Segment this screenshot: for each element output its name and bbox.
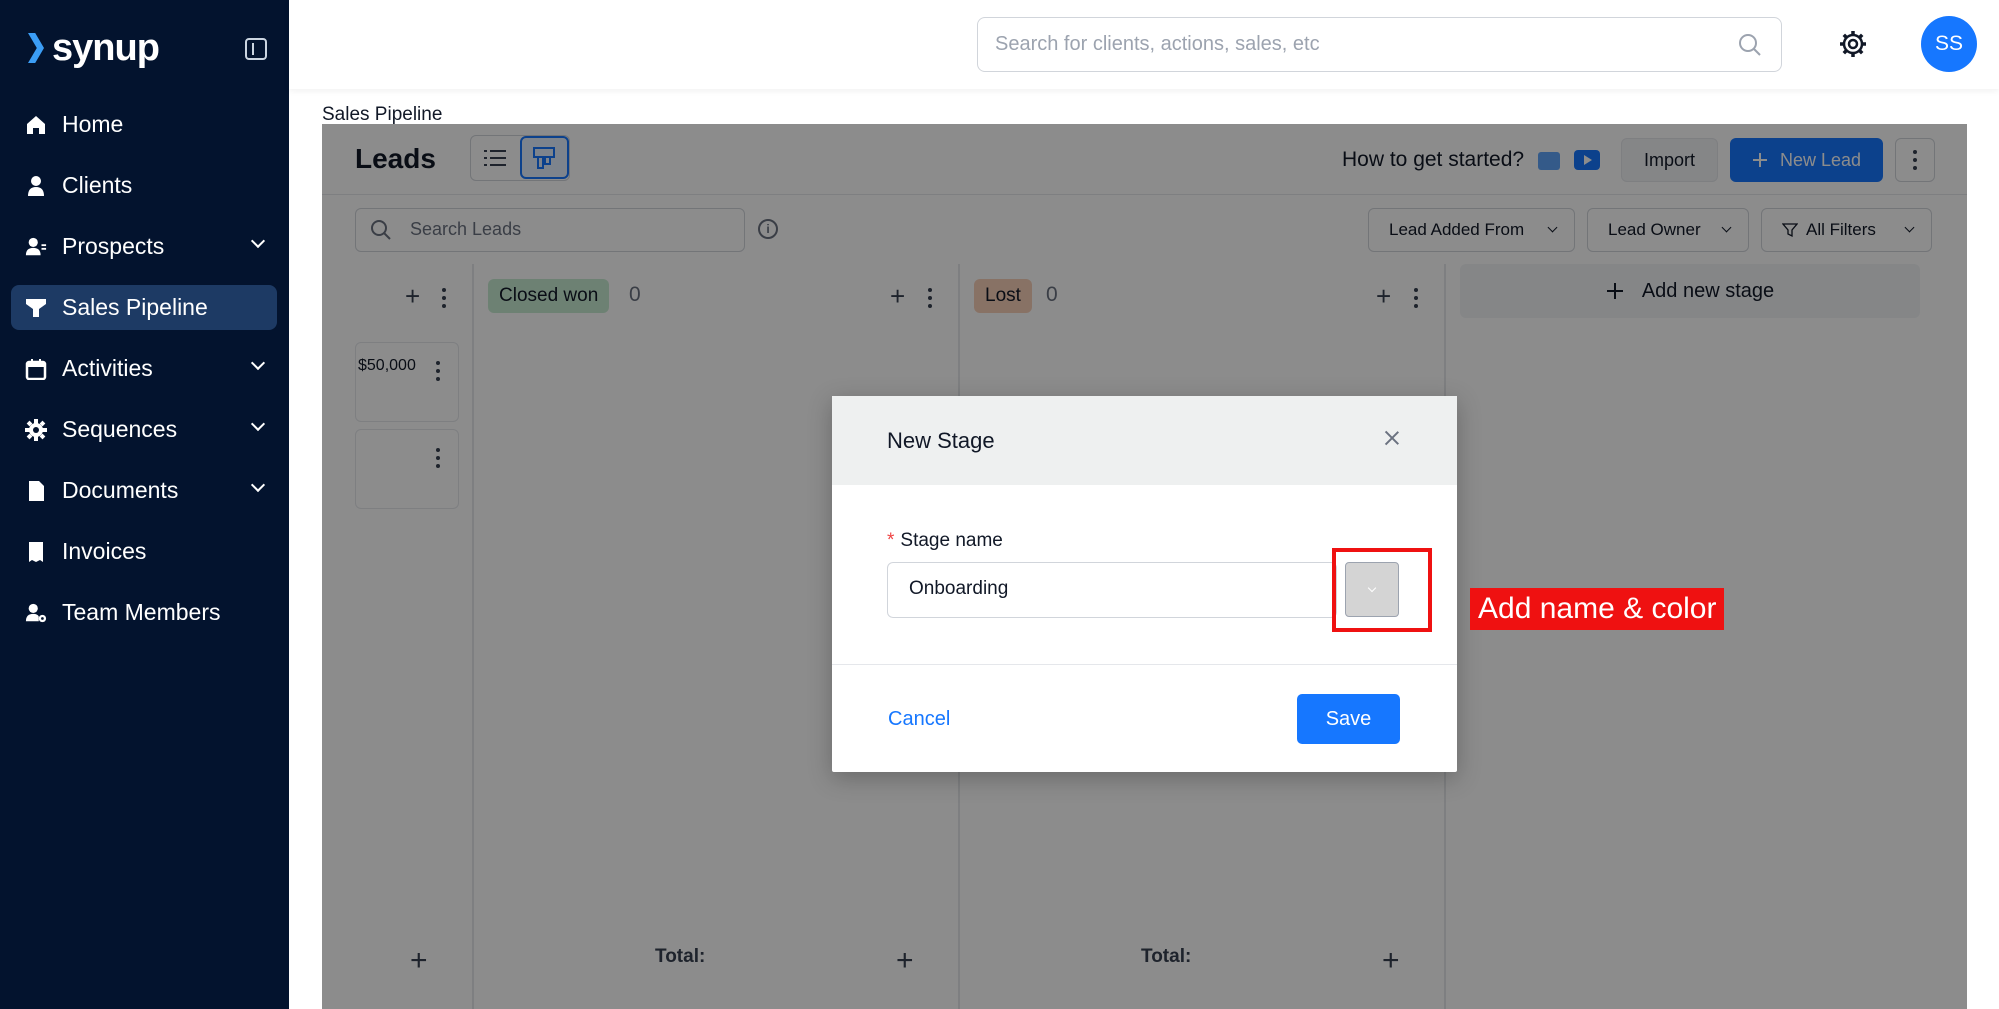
modal-title: New Stage [887,428,995,453]
users-icon [25,236,47,258]
sidebar-item-label: Team Members [62,599,221,625]
logo[interactable]: synup [26,26,160,69]
cancel-button[interactable]: Cancel [888,708,950,731]
sidebar: synup Home Clients Prospects Sales Pipel… [0,0,289,1009]
logo-text: synup [52,26,160,69]
new-stage-modal: New Stage *Stage name Cancel Save [832,396,1457,772]
user-icon [25,175,47,197]
avatar[interactable]: SS [1921,16,1977,72]
stage-name-label-text: Stage name [900,530,1003,551]
cog-icon [25,418,47,441]
search-icon[interactable] [1737,32,1763,63]
highlight-box [1332,548,1432,632]
sidebar-item-label: Home [62,111,124,137]
sidebar-item-documents[interactable]: Documents [11,468,277,513]
synup-logo-icon [26,31,48,65]
chevron-down-icon [250,416,266,432]
modal-divider [832,664,1457,665]
global-search-input[interactable] [995,18,1695,70]
chevron-down-icon [250,355,266,371]
chevron-down-icon [250,477,266,493]
stage-name-label: * Stage name [887,530,1003,552]
chevron-down-icon [250,233,266,249]
required-mark: * [887,530,895,551]
sidebar-item-label: Sales Pipeline [62,294,208,320]
sidebar-item-label: Activities [62,355,153,381]
sidebar-item-label: Invoices [62,538,147,564]
sidebar-item-prospects[interactable]: Prospects [11,224,277,269]
sidebar-item-home[interactable]: Home [11,102,277,147]
sidebar-item-label: Documents [62,477,179,503]
stage-name-field [887,562,1337,618]
sidebar-collapse-icon[interactable] [245,38,267,60]
document-icon [25,480,47,502]
sidebar-nav: Home Clients Prospects Sales Pipeline Ac… [11,102,277,651]
topbar: SS [289,0,1999,89]
sidebar-item-activities[interactable]: Activities [11,346,277,391]
calendar-icon [25,358,47,380]
save-button[interactable]: Save [1297,694,1400,744]
close-icon[interactable] [1380,426,1404,450]
sidebar-item-label: Sequences [62,416,178,442]
sidebar-item-label: Clients [62,172,133,198]
team-icon [25,602,47,624]
annotation-callout: Add name & color [1470,588,1725,630]
modal-header: New Stage [832,396,1457,485]
sidebar-item-sales-pipeline[interactable]: Sales Pipeline [11,285,277,330]
sidebar-item-label: Prospects [62,233,165,259]
stage-name-input[interactable] [909,563,1329,615]
global-search [977,17,1782,72]
settings-gear-icon[interactable] [1837,28,1869,60]
sidebar-item-invoices[interactable]: Invoices [11,529,277,574]
home-icon [25,114,47,136]
sidebar-item-team-members[interactable]: Team Members [11,590,277,635]
funnel-icon [25,297,47,319]
app-root: synup Home Clients Prospects Sales Pipel… [0,0,1999,1009]
invoice-icon [25,541,47,563]
page-title: Sales Pipeline [322,104,443,125]
sidebar-item-sequences[interactable]: Sequences [11,407,277,452]
sidebar-item-clients[interactable]: Clients [11,163,277,208]
